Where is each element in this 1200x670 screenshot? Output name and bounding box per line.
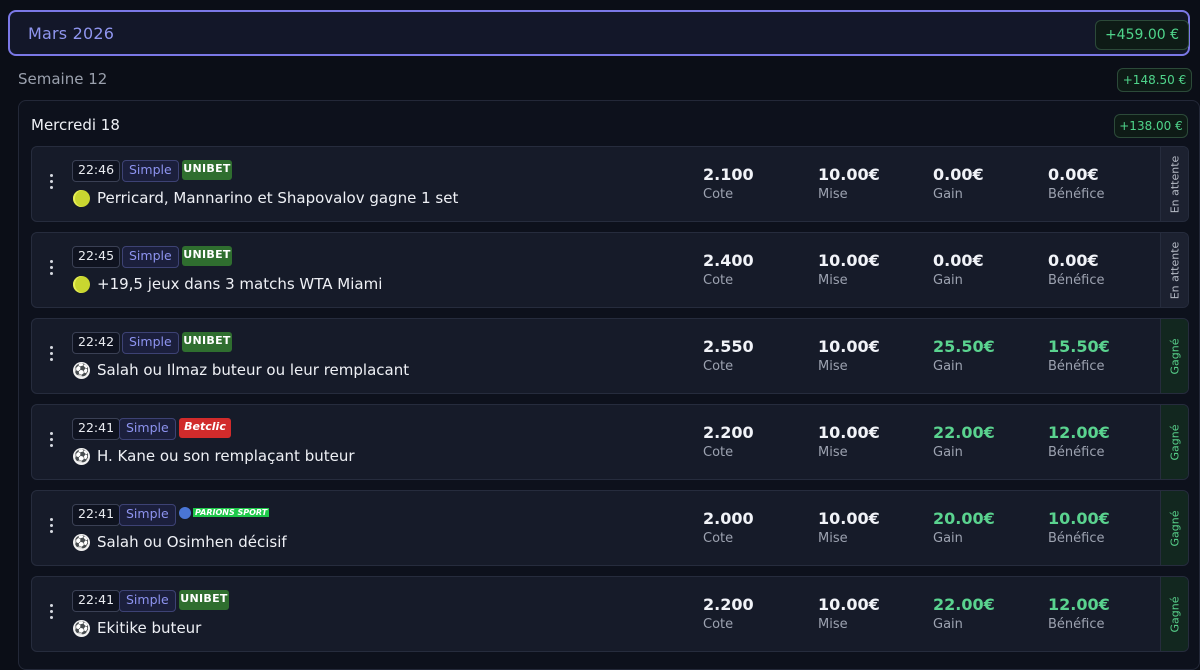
stat-mise: 10.00€ Mise — [818, 595, 880, 632]
stat-mise: 10.00€ Mise — [818, 251, 880, 288]
stat-mise: 10.00€ Mise — [818, 337, 880, 374]
stat-cote: 2.200 Cote — [703, 423, 754, 460]
betclic-logo: Betclic — [179, 418, 231, 438]
status-badge: En attente — [1160, 147, 1188, 221]
stat-gain: 22.00€ Gain — [933, 423, 995, 460]
stat-gain: 22.00€ Gain — [933, 595, 995, 632]
bet-time: 22:41 — [72, 418, 121, 440]
soccer-ball-icon: ⚽ — [73, 362, 90, 379]
bet-type-badge: Simple — [122, 160, 179, 182]
bet-row[interactable]: 22:42 Simple UNIBET ⚽ Salah ou Ilmaz but… — [31, 318, 1189, 394]
soccer-ball-icon: ⚽ — [73, 448, 90, 465]
status-badge: Gagné — [1160, 491, 1188, 565]
soccer-ball-icon: ⚽ — [73, 534, 90, 551]
stat-mise: 10.00€ Mise — [818, 165, 880, 202]
bet-type-badge: Simple — [122, 332, 179, 354]
unibet-logo: UNIBET — [182, 332, 232, 352]
stat-benefice: 12.00€ Bénéfice — [1048, 423, 1110, 460]
bet-row[interactable]: 22:41 Simple Betclic ⚽ H. Kane ou son re… — [31, 404, 1189, 480]
bet-title: Ekitike buteur — [97, 619, 202, 637]
stat-benefice: 0.00€ Bénéfice — [1048, 251, 1105, 288]
more-options-icon[interactable] — [50, 432, 54, 450]
bet-time: 22:46 — [72, 160, 121, 182]
stat-gain: 20.00€ Gain — [933, 509, 995, 546]
bet-row[interactable]: 22:41 Simple PARIONS SPORT ⚽ Salah ou Os… — [31, 490, 1189, 566]
bet-time: 22:45 — [72, 246, 121, 268]
stat-mise: 10.00€ Mise — [818, 509, 880, 546]
bet-type-badge: Simple — [122, 246, 179, 268]
month-total-badge: +459.00 € — [1095, 20, 1189, 50]
bet-time: 22:41 — [72, 590, 121, 612]
bet-title: Perricard, Mannarino et Shapovalov gagne… — [97, 189, 459, 207]
status-badge: Gagné — [1160, 319, 1188, 393]
stat-cote: 2.000 Cote — [703, 509, 754, 546]
soccer-ball-icon: ⚽ — [73, 620, 90, 637]
week-label: Semaine 12 — [18, 70, 108, 88]
unibet-logo: UNIBET — [182, 246, 232, 266]
bet-row[interactable]: 22:41 Simple UNIBET ⚽ Ekitike buteur 2.2… — [31, 576, 1189, 652]
bet-title: H. Kane ou son remplaçant buteur — [97, 447, 355, 465]
bet-time: 22:41 — [72, 504, 121, 526]
stat-gain: 0.00€ Gain — [933, 251, 984, 288]
day-panel: Mercredi 18 +138.00 € 22:46 Simple UNIBE… — [18, 100, 1200, 670]
tennis-ball-icon — [73, 276, 90, 293]
bet-time: 22:42 — [72, 332, 121, 354]
more-options-icon[interactable] — [50, 174, 54, 192]
status-badge: Gagné — [1160, 405, 1188, 479]
parions-sport-logo: PARIONS SPORT — [179, 504, 285, 524]
unibet-logo: UNIBET — [179, 590, 229, 610]
stat-cote: 2.550 Cote — [703, 337, 754, 374]
bet-title: Salah ou Ilmaz buteur ou leur remplacant — [97, 361, 410, 379]
status-badge: En attente — [1160, 233, 1188, 307]
month-header[interactable]: Mars 2026 +459.00 € — [8, 10, 1190, 56]
bet-type-badge: Simple — [119, 418, 176, 440]
more-options-icon[interactable] — [50, 260, 54, 278]
stat-benefice: 15.50€ Bénéfice — [1048, 337, 1110, 374]
parions-sport-icon — [179, 506, 191, 519]
bet-type-badge: Simple — [119, 590, 176, 612]
bet-row[interactable]: 22:45 Simple UNIBET +19,5 jeux dans 3 ma… — [31, 232, 1189, 308]
month-title: Mars 2026 — [28, 24, 115, 43]
more-options-icon[interactable] — [50, 604, 54, 622]
stat-cote: 2.200 Cote — [703, 595, 754, 632]
stat-benefice: 12.00€ Bénéfice — [1048, 595, 1110, 632]
stat-benefice: 0.00€ Bénéfice — [1048, 165, 1105, 202]
stat-cote: 2.100 Cote — [703, 165, 754, 202]
stat-benefice: 10.00€ Bénéfice — [1048, 509, 1110, 546]
bet-title: +19,5 jeux dans 3 matchs WTA Miami — [97, 275, 383, 293]
bet-type-badge: Simple — [119, 504, 176, 526]
tennis-ball-icon — [73, 190, 90, 207]
day-label: Mercredi 18 — [31, 116, 120, 134]
status-badge: Gagné — [1160, 577, 1188, 651]
stat-gain: 25.50€ Gain — [933, 337, 995, 374]
stat-cote: 2.400 Cote — [703, 251, 754, 288]
unibet-logo: UNIBET — [182, 160, 232, 180]
more-options-icon[interactable] — [50, 518, 54, 536]
more-options-icon[interactable] — [50, 346, 54, 364]
stat-gain: 0.00€ Gain — [933, 165, 984, 202]
stat-mise: 10.00€ Mise — [818, 423, 880, 460]
bet-row[interactable]: 22:46 Simple UNIBET Perricard, Mannarino… — [31, 146, 1189, 222]
day-total-badge: +138.00 € — [1114, 114, 1188, 138]
week-total-badge: +148.50 € — [1117, 68, 1192, 92]
bet-title: Salah ou Osimhen décisif — [97, 533, 287, 551]
